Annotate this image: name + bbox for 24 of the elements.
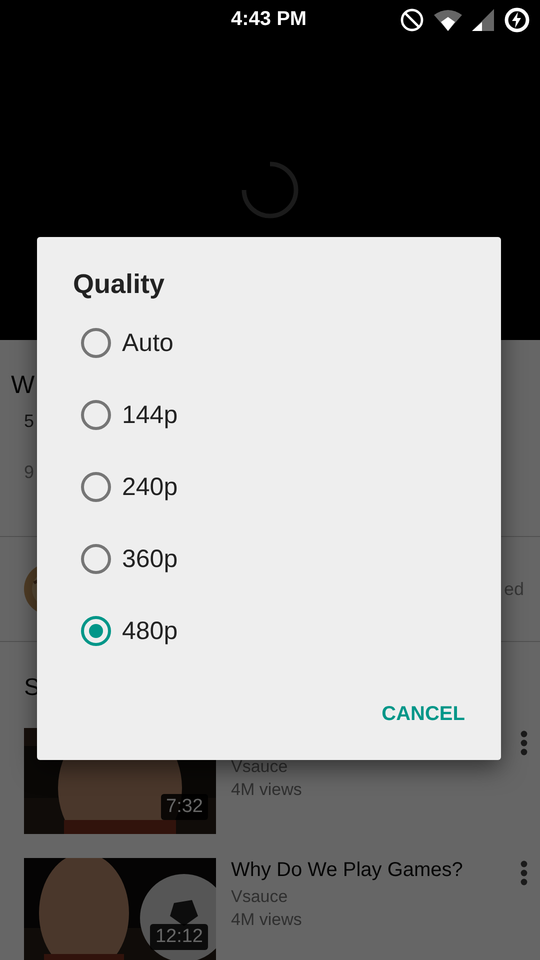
status-time: 4:43 PM	[231, 8, 307, 31]
radio-button[interactable]	[81, 472, 111, 502]
duration-badge: 7:32	[161, 794, 208, 820]
radio-button[interactable]	[81, 544, 111, 574]
video-title: W	[11, 371, 35, 400]
quality-option[interactable]: 480p	[37, 595, 184, 667]
do-not-disturb-icon	[400, 8, 424, 32]
quality-option[interactable]: 144p	[37, 379, 184, 451]
dialog-title: Quality	[73, 269, 166, 301]
radio-button[interactable]	[81, 328, 111, 358]
duration-badge: 12:12	[150, 924, 208, 950]
more-icon[interactable]	[520, 860, 528, 886]
signal-icon	[472, 9, 494, 31]
quality-option[interactable]: 360p	[37, 523, 184, 595]
radio-button[interactable]	[81, 400, 111, 430]
radio-button[interactable]	[81, 616, 111, 646]
more-icon[interactable]	[520, 730, 528, 756]
quality-option[interactable]: 240p	[37, 451, 184, 523]
wifi-icon	[434, 9, 462, 31]
video-title[interactable]: Why Do We Play Games?	[231, 859, 505, 885]
battery-charging-icon	[504, 7, 530, 33]
video-meta: 5	[24, 411, 34, 432]
quality-option[interactable]: Auto	[37, 307, 180, 379]
loading-spinner	[239, 159, 301, 221]
